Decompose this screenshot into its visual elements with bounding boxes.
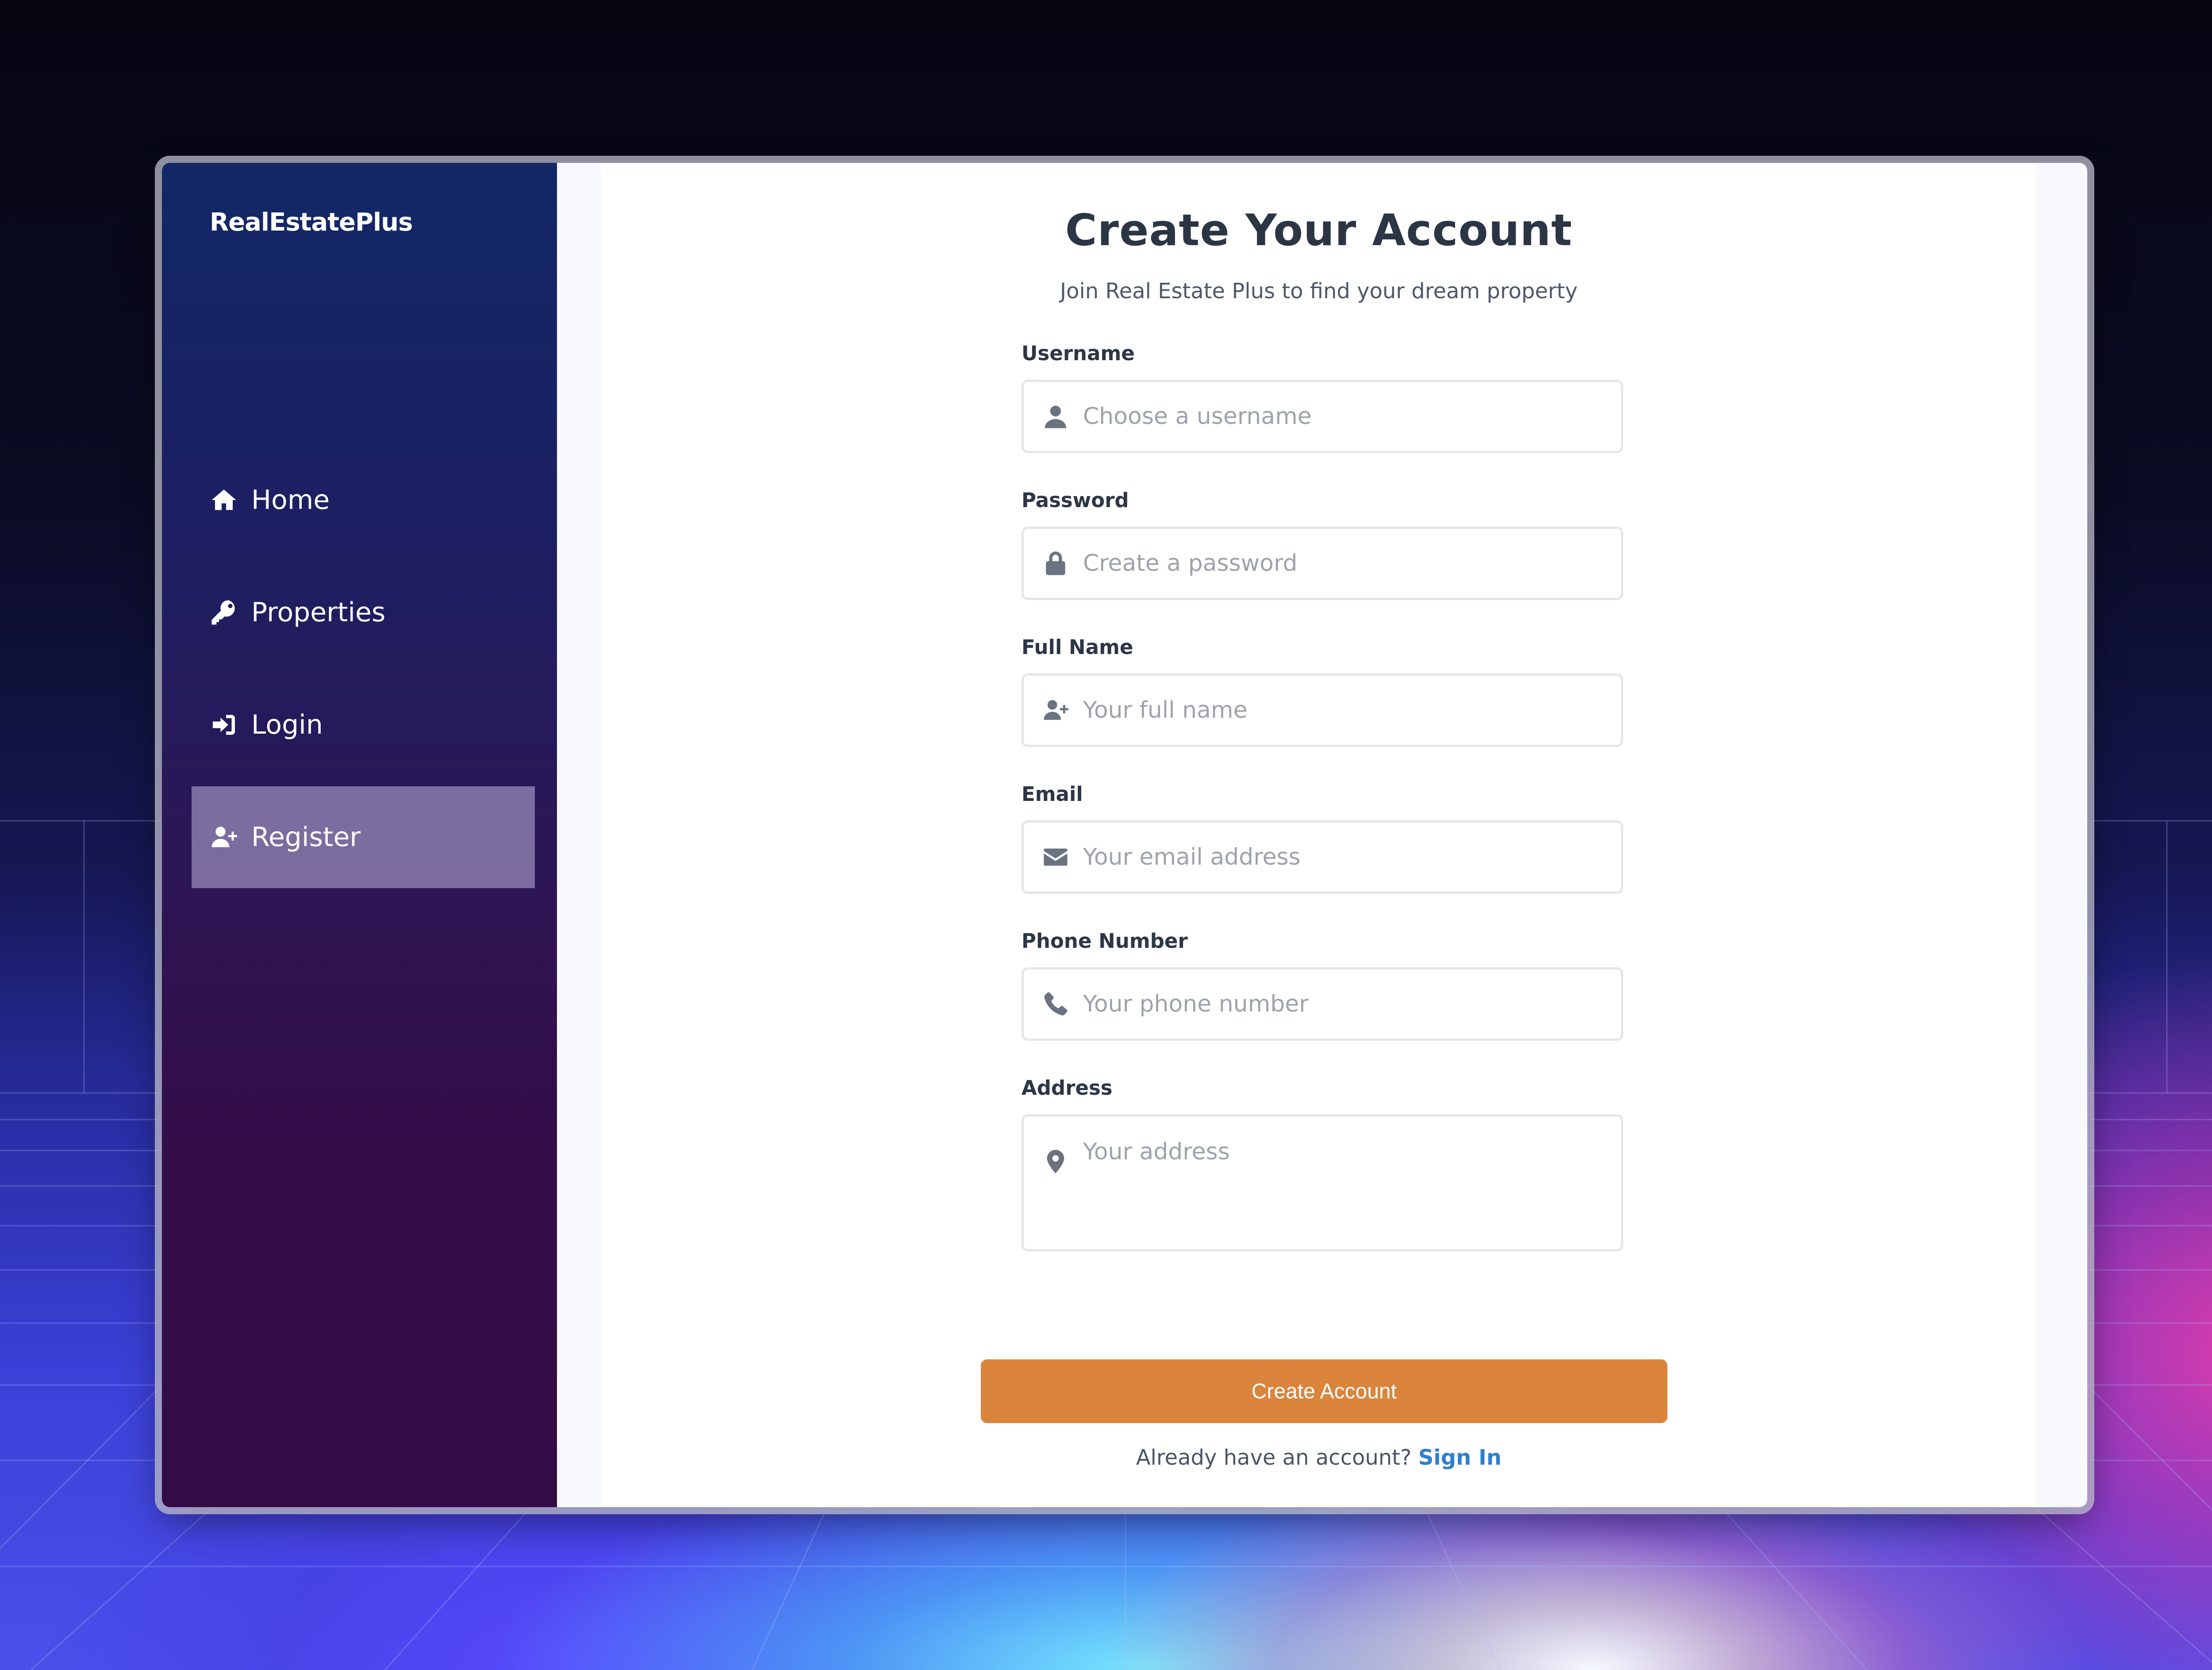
create-account-button[interactable]: Create Account [981, 1359, 1667, 1423]
full-name-label: Full Name [1022, 635, 1133, 659]
sidebar-item-label: Register [251, 822, 361, 853]
phone-icon [1041, 990, 1070, 1018]
user-icon [1041, 402, 1070, 431]
password-label: Password [1022, 489, 1129, 512]
home-icon [210, 486, 238, 514]
address-label: Address [1022, 1076, 1113, 1100]
sidebar-item-home[interactable]: Home [192, 449, 535, 551]
lock-icon [1041, 549, 1070, 577]
sidebar-item-label: Login [251, 709, 323, 740]
page-title: Create Your Account [1065, 205, 1573, 256]
phone-number-label: Phone Number [1022, 929, 1188, 953]
address-field[interactable] [1022, 1114, 1623, 1251]
user-plus-icon [210, 823, 238, 851]
signin-prompt: Already have an account? [1136, 1445, 1412, 1470]
user-plus-icon [1041, 696, 1070, 724]
phone-number-input[interactable] [1083, 991, 1605, 1017]
username-input[interactable] [1083, 403, 1605, 430]
full-name-input[interactable] [1083, 697, 1605, 723]
sidebar-item-login[interactable]: Login [192, 674, 535, 776]
sign-in-link[interactable]: Sign In [1418, 1445, 1502, 1470]
username-field[interactable] [1022, 380, 1623, 453]
app-window: RealEstatePlus Home Properties Login Reg… [162, 163, 2087, 1507]
signin-row: Already have an account? Sign In [601, 1445, 2036, 1470]
sidebar-item-properties[interactable]: Properties [192, 562, 535, 663]
sign-in-icon [210, 711, 238, 739]
full-name-field[interactable] [1022, 673, 1623, 747]
password-input[interactable] [1083, 550, 1605, 577]
phone-number-field[interactable] [1022, 967, 1623, 1041]
sidebar-item-label: Properties [251, 597, 386, 628]
registration-form-panel: Create Your Account Join Real Estate Plu… [601, 163, 2036, 1507]
envelope-icon [1041, 843, 1070, 871]
email-field[interactable] [1022, 820, 1623, 894]
map-marker-icon [1041, 1147, 1070, 1176]
email-input[interactable] [1083, 844, 1605, 870]
key-icon [210, 598, 238, 627]
page-subtitle: Join Real Estate Plus to find your dream… [1060, 279, 1578, 304]
sidebar-item-label: Home [251, 485, 330, 516]
brand-logo-text[interactable]: RealEstatePlus [210, 208, 413, 237]
email-label: Email [1022, 782, 1083, 806]
password-field[interactable] [1022, 527, 1623, 600]
sidebar: RealEstatePlus Home Properties Login Reg… [162, 163, 557, 1507]
sidebar-item-register[interactable]: Register [192, 786, 535, 888]
address-input[interactable] [1083, 1138, 1605, 1235]
username-label: Username [1022, 342, 1135, 365]
